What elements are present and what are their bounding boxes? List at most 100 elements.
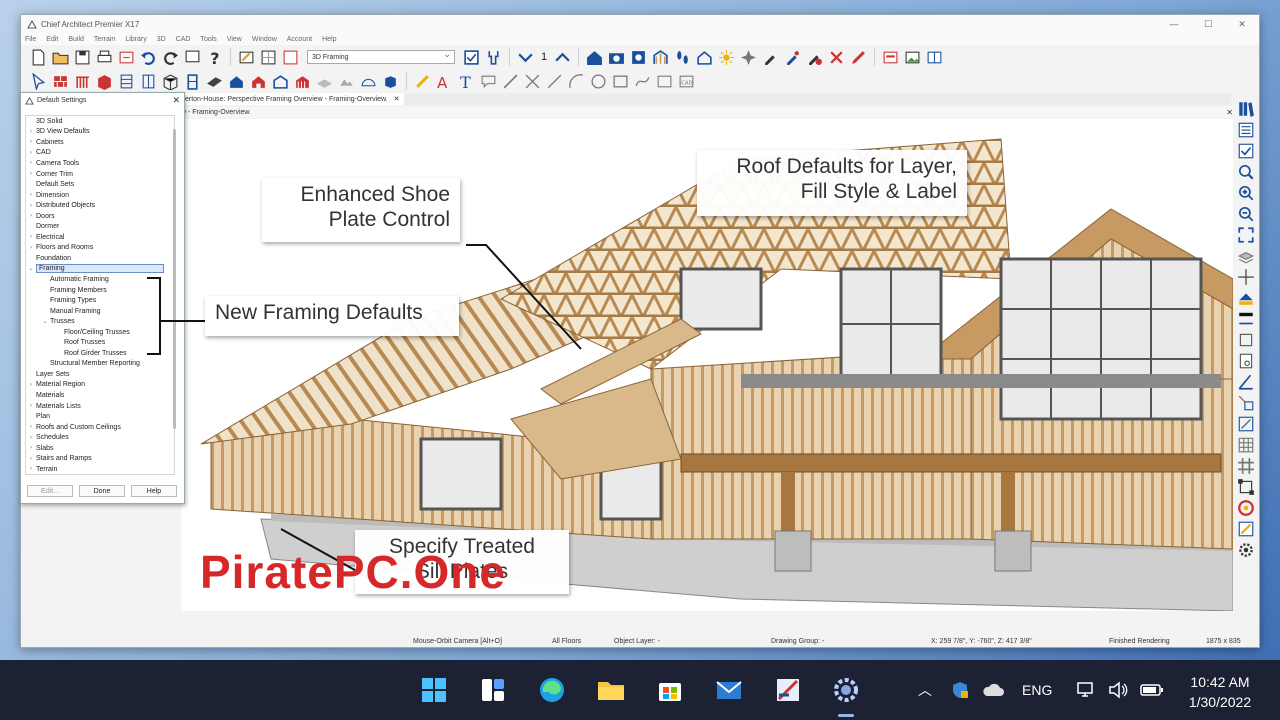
text-tool-button[interactable]: T bbox=[457, 72, 476, 91]
screen-button[interactable] bbox=[183, 48, 202, 67]
light-button[interactable] bbox=[739, 48, 758, 67]
chevron-right-icon[interactable]: › bbox=[26, 234, 36, 240]
zoom-button[interactable] bbox=[1236, 162, 1256, 181]
save-button[interactable] bbox=[73, 48, 92, 67]
terrain-tool-button[interactable] bbox=[337, 72, 356, 91]
tree-item[interactable]: › Terrain bbox=[26, 464, 174, 474]
tree-item[interactable]: › Materials Lists bbox=[26, 401, 174, 412]
tree-item[interactable]: › Dimension bbox=[26, 190, 174, 201]
chevron-right-icon[interactable]: › bbox=[26, 245, 36, 251]
document-tab[interactable]: erton-House: Perspective Framing Overvie… bbox=[181, 93, 404, 105]
walkthrough-button[interactable] bbox=[673, 48, 692, 67]
checklist-panel-button[interactable] bbox=[1236, 141, 1256, 160]
tree-item[interactable]: › Slabs bbox=[26, 443, 174, 454]
reference-grid-button[interactable] bbox=[1236, 456, 1256, 475]
chevron-right-icon[interactable]: › bbox=[26, 139, 36, 145]
framing-tool-button[interactable] bbox=[205, 72, 224, 91]
menu-3d[interactable]: 3D bbox=[157, 36, 166, 43]
onedrive-tray-icon[interactable] bbox=[982, 660, 1004, 720]
material-painter-button[interactable] bbox=[783, 48, 802, 67]
taskbar-clock[interactable]: 10:42 AM 1/30/2022 bbox=[1178, 672, 1262, 712]
angle-snap-button[interactable] bbox=[1236, 372, 1256, 391]
close-button[interactable]: ✕ bbox=[1225, 19, 1259, 30]
tree-item[interactable]: › Cabinets bbox=[26, 137, 174, 148]
chevron-down-icon[interactable]: ⌄ bbox=[40, 318, 50, 325]
tree-item[interactable]: Materials bbox=[26, 390, 174, 401]
mail-button[interactable] bbox=[713, 674, 745, 706]
image-button[interactable] bbox=[903, 48, 922, 67]
document-tab-close-icon[interactable]: ✕ bbox=[394, 95, 400, 103]
chevron-right-icon[interactable]: › bbox=[26, 445, 36, 451]
open-button[interactable] bbox=[51, 48, 70, 67]
menu-window[interactable]: Window bbox=[252, 36, 277, 43]
perspective-button[interactable] bbox=[629, 48, 648, 67]
panel-close-icon[interactable]: ✕ bbox=[172, 95, 180, 106]
tree-scroll-thumb[interactable] bbox=[173, 129, 176, 429]
volume-tray-icon[interactable] bbox=[1108, 660, 1130, 720]
zoom-in-button[interactable] bbox=[1236, 183, 1256, 202]
room-tool-button[interactable] bbox=[139, 72, 158, 91]
chevron-down-icon[interactable]: ⌄ bbox=[26, 265, 36, 272]
zoom-out-button[interactable] bbox=[1236, 204, 1256, 223]
chevron-right-icon[interactable]: › bbox=[26, 192, 36, 198]
network-tray-icon[interactable] bbox=[1076, 660, 1098, 720]
tree-item[interactable]: › Schedules bbox=[26, 432, 174, 443]
chevron-right-icon[interactable]: › bbox=[26, 403, 36, 409]
railing-tool-button[interactable] bbox=[73, 72, 92, 91]
widgets-button[interactable] bbox=[477, 674, 509, 706]
file-explorer-button[interactable] bbox=[595, 674, 627, 706]
print-button[interactable] bbox=[95, 48, 114, 67]
edit-handles-button[interactable] bbox=[1236, 477, 1256, 496]
menu-cad[interactable]: CAD bbox=[176, 36, 191, 43]
view-type-select[interactable]: 3D Framing bbox=[307, 49, 455, 64]
battery-tray-icon[interactable] bbox=[1140, 660, 1164, 720]
edit-button[interactable]: Edit... bbox=[27, 485, 73, 497]
cross-tool-button[interactable] bbox=[523, 72, 542, 91]
symbol-tool-button[interactable] bbox=[381, 72, 400, 91]
building-tool-button[interactable] bbox=[293, 72, 312, 91]
menu-terrain[interactable]: Terrain bbox=[94, 36, 115, 43]
rectangle-tool-button[interactable] bbox=[611, 72, 630, 91]
stairs-tool-button[interactable] bbox=[117, 72, 136, 91]
menu-build[interactable]: Build bbox=[68, 36, 84, 43]
chevron-right-icon[interactable]: › bbox=[26, 435, 36, 441]
menu-view[interactable]: View bbox=[227, 36, 242, 43]
roof-tool-button[interactable] bbox=[249, 72, 268, 91]
cad-block-button[interactable]: CAD bbox=[677, 72, 696, 91]
material-button[interactable] bbox=[1236, 288, 1256, 307]
arc-tool-button[interactable] bbox=[567, 72, 586, 91]
line-weight-button[interactable] bbox=[1236, 309, 1256, 328]
tree-item[interactable]: Dormer bbox=[26, 221, 174, 232]
floor-up-button[interactable] bbox=[553, 48, 572, 67]
chevron-right-icon[interactable]: › bbox=[26, 213, 36, 219]
library-button[interactable] bbox=[1236, 99, 1256, 118]
checklist-button[interactable] bbox=[462, 48, 481, 67]
menu-library[interactable]: Library bbox=[125, 36, 146, 43]
help-button[interactable]: ? bbox=[205, 48, 224, 67]
maximize-button[interactable]: ☐ bbox=[1191, 19, 1225, 30]
export-button[interactable] bbox=[117, 48, 136, 67]
settings-button[interactable] bbox=[1236, 540, 1256, 559]
replace-material-button[interactable] bbox=[805, 48, 824, 67]
chevron-right-icon[interactable]: › bbox=[26, 129, 36, 135]
tree-item[interactable]: Structural Member Reporting bbox=[26, 359, 174, 370]
chief-architect-taskbar-button[interactable] bbox=[772, 674, 804, 706]
menu-edit[interactable]: Edit bbox=[46, 36, 58, 43]
dimension-tool-button[interactable] bbox=[413, 72, 432, 91]
chevron-right-icon[interactable]: › bbox=[26, 150, 36, 156]
edit-tool-button[interactable] bbox=[237, 48, 256, 67]
sketch-button[interactable] bbox=[1236, 519, 1256, 538]
tree-item[interactable]: › Stairs and Ramps bbox=[26, 454, 174, 465]
sun-angle-button[interactable] bbox=[717, 48, 736, 67]
picture-tool-button[interactable] bbox=[655, 72, 674, 91]
start-button[interactable] bbox=[418, 674, 450, 706]
select-tool-button[interactable] bbox=[29, 72, 48, 91]
help-panel-button[interactable]: Help bbox=[131, 485, 177, 497]
done-button[interactable]: Done bbox=[79, 485, 125, 497]
chevron-right-icon[interactable]: › bbox=[26, 382, 36, 388]
tree-item[interactable]: Default Sets bbox=[26, 179, 174, 190]
tree-item[interactable]: › Doors bbox=[26, 211, 174, 222]
line-tool-button[interactable] bbox=[501, 72, 520, 91]
layout-button[interactable] bbox=[281, 48, 300, 67]
wall-tool-button[interactable] bbox=[51, 72, 70, 91]
